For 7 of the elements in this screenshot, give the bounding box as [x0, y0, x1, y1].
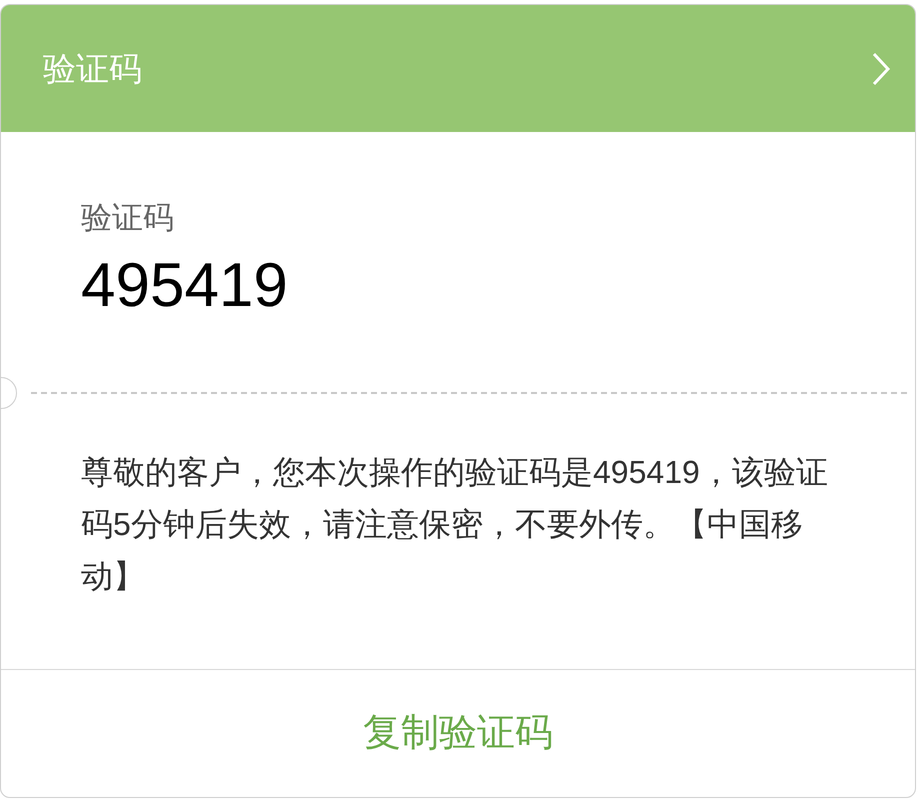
header-title: 验证码 [43, 48, 142, 89]
card-header[interactable]: 验证码 [1, 5, 915, 132]
copy-code-button[interactable]: 复制验证码 [355, 705, 561, 762]
code-label: 验证码 [81, 199, 174, 237]
chevron-right-icon [871, 50, 891, 86]
verification-code: 495419 [81, 250, 288, 322]
message-text: 尊敬的客户，您本次操作的验证码是495419，该验证码5分钟后失效，请注意保密，不要外传。【中国移动】 [81, 453, 829, 596]
